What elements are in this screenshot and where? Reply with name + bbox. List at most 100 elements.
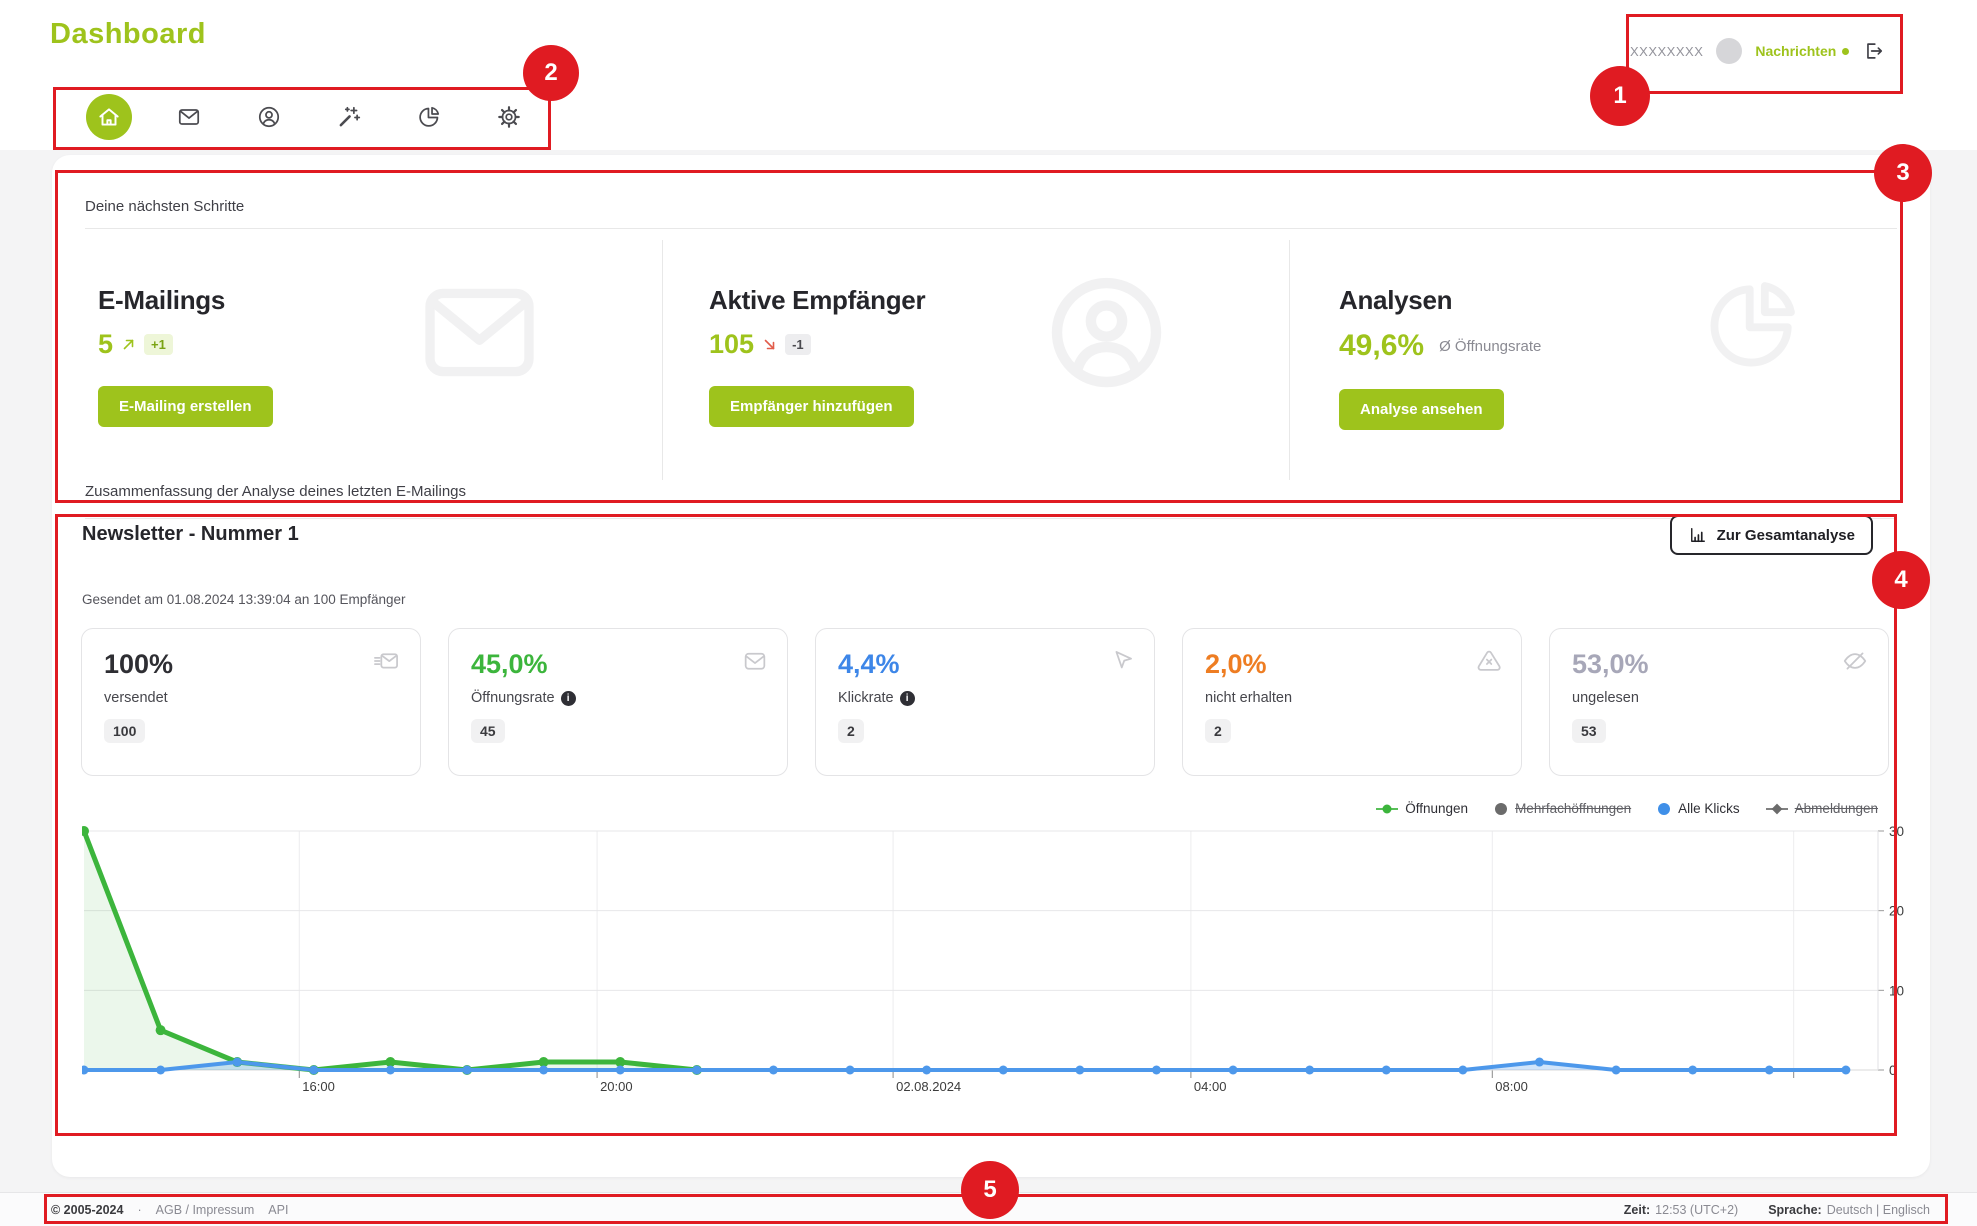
stat-card-nicht-erhalten: 2,0% nicht erhalten 2 bbox=[1182, 628, 1522, 776]
svg-text:04:00: 04:00 bbox=[1194, 1079, 1227, 1094]
messages-link[interactable]: Nachrichten bbox=[1755, 43, 1849, 59]
chart-legend: Öffnungen Mehrfachöffnungen Alle Klicks Abm… bbox=[1376, 801, 1878, 816]
legend-label: Abmeldungen bbox=[1795, 801, 1878, 816]
stat-card-oeffnungsrate: 45,0% Öffnungsrate i 45 bbox=[448, 628, 788, 776]
stat-label: ungelesen bbox=[1572, 690, 1639, 706]
footer-link-api[interactable]: API bbox=[268, 1203, 288, 1217]
card-value: 105 bbox=[709, 329, 754, 360]
stat-card-ungelesen: 53,0% ungelesen 53 bbox=[1549, 628, 1889, 776]
person-watermark-icon bbox=[1044, 270, 1169, 400]
newsletter-sent-info: Gesendet am 01.08.2024 13:39:04 an 100 E… bbox=[82, 592, 406, 607]
svg-text:02.08.2024: 02.08.2024 bbox=[896, 1079, 961, 1094]
time-label: Zeit: bbox=[1624, 1203, 1650, 1217]
stat-count: 45 bbox=[471, 719, 505, 743]
legend-item-2[interactable]: Alle Klicks bbox=[1657, 801, 1740, 816]
mail-error-icon bbox=[1475, 647, 1503, 680]
bar-chart-icon bbox=[1688, 525, 1708, 545]
legend-item-1[interactable]: Mehrfachöffnungen bbox=[1494, 801, 1631, 816]
logout-icon bbox=[1862, 40, 1884, 62]
next-steps-cards: E-Mailings 5 +1 E-Mailing erstellen Akti… bbox=[85, 240, 1897, 480]
svg-text:20: 20 bbox=[1889, 904, 1904, 919]
contacts-icon bbox=[256, 104, 282, 130]
footer-link-agb-impressum[interactable]: AGB / Impressum bbox=[156, 1203, 255, 1217]
legend-dot-icon bbox=[1657, 802, 1671, 816]
view-analysis-button[interactable]: Analyse ansehen bbox=[1339, 389, 1504, 430]
add-recipients-button[interactable]: Empfänger hinzufügen bbox=[709, 386, 914, 427]
cursor-arrow-icon bbox=[1108, 647, 1136, 680]
info-icon[interactable]: i bbox=[561, 691, 576, 706]
stat-percent: 53,0% bbox=[1572, 649, 1866, 680]
legend-item-0[interactable]: Öffnungen bbox=[1376, 801, 1468, 816]
stat-percent: 2,0% bbox=[1205, 649, 1499, 680]
legend-item-3[interactable]: Abmeldungen bbox=[1766, 801, 1878, 816]
nav-item-settings[interactable] bbox=[486, 94, 532, 140]
stat-count: 2 bbox=[838, 719, 864, 743]
info-icon[interactable]: i bbox=[900, 691, 915, 706]
analytics-chart: 16:0020:0002.08.202404:0008:000102030 bbox=[82, 823, 1927, 1108]
card-emailings: E-Mailings 5 +1 E-Mailing erstellen bbox=[85, 240, 663, 480]
legend-label: Öffnungen bbox=[1405, 801, 1468, 816]
stat-count: 100 bbox=[104, 719, 145, 743]
svg-text:20:00: 20:00 bbox=[600, 1079, 633, 1094]
main-nav bbox=[86, 94, 532, 140]
newsletter-stats: 100% versendet 100 45,0% Öffnungsrate i 4… bbox=[81, 628, 1889, 776]
overall-analysis-button[interactable]: Zur Gesamtanalyse bbox=[1670, 515, 1873, 555]
notification-dot-icon bbox=[1842, 48, 1849, 55]
envelope-watermark-icon bbox=[417, 270, 542, 400]
svg-text:0: 0 bbox=[1889, 1063, 1897, 1078]
card-value: 49,6% bbox=[1339, 329, 1424, 363]
divider bbox=[85, 518, 1897, 519]
gear-icon bbox=[496, 104, 522, 130]
stat-label: nicht erhalten bbox=[1205, 690, 1292, 706]
card-title: E-Mailings bbox=[98, 285, 662, 316]
language-switcher[interactable]: Deutsch | Englisch bbox=[1827, 1203, 1930, 1217]
stat-percent: 4,4% bbox=[838, 649, 1132, 680]
topbar: Dashboard XXXXXXXX Nachrichten bbox=[0, 0, 1977, 150]
nav-item-reports[interactable] bbox=[406, 94, 452, 140]
card-value-suffix: Ø Öffnungsrate bbox=[1439, 338, 1541, 355]
logout-button[interactable] bbox=[1862, 40, 1884, 62]
legend-dot-line-icon bbox=[1376, 803, 1398, 815]
username[interactable]: XXXXXXXX bbox=[1630, 44, 1703, 59]
create-mailing-button[interactable]: E-Mailing erstellen bbox=[98, 386, 273, 427]
delta-badge: -1 bbox=[785, 334, 811, 355]
stat-percent: 45,0% bbox=[471, 649, 765, 680]
stat-label: Öffnungsrate bbox=[471, 690, 555, 706]
nav-item-automation[interactable] bbox=[326, 94, 372, 140]
stat-card-versendet: 100% versendet 100 bbox=[81, 628, 421, 776]
next-steps-title: Deine nächsten Schritte bbox=[85, 198, 244, 215]
mail-fast-icon bbox=[370, 647, 402, 680]
stat-count: 53 bbox=[1572, 719, 1606, 743]
mail-icon bbox=[176, 104, 202, 130]
stat-percent: 100% bbox=[104, 649, 398, 680]
card-value: 5 bbox=[98, 329, 113, 360]
nav-item-home[interactable] bbox=[86, 94, 132, 140]
card-title: Aktive Empfänger bbox=[709, 285, 1289, 316]
card-title: Analysen bbox=[1339, 285, 1897, 316]
card-recipients: Aktive Empfänger 105 -1 Empfänger hinzuf… bbox=[663, 240, 1290, 480]
stat-label: versendet bbox=[104, 690, 168, 706]
nav-item-recipients[interactable] bbox=[246, 94, 292, 140]
trend-up-icon bbox=[122, 338, 135, 351]
newsletter-title: Newsletter - Nummer 1 bbox=[82, 523, 299, 546]
legend-diamond-icon bbox=[1766, 802, 1788, 816]
home-icon bbox=[96, 104, 122, 130]
user-menu: XXXXXXXX Nachrichten bbox=[1630, 36, 1884, 66]
stat-card-klickrate: 4,4% Klickratei 2 bbox=[815, 628, 1155, 776]
language-label: Sprache: bbox=[1768, 1203, 1822, 1217]
mail-open-icon bbox=[741, 647, 769, 680]
messages-label: Nachrichten bbox=[1755, 43, 1836, 59]
svg-text:16:00: 16:00 bbox=[302, 1079, 335, 1094]
stat-count: 2 bbox=[1205, 719, 1231, 743]
main-card: Deine nächsten Schritte E-Mailings 5 +1 … bbox=[52, 155, 1930, 1177]
svg-text:10: 10 bbox=[1889, 983, 1904, 998]
nav-item-mailings[interactable] bbox=[166, 94, 212, 140]
legend-label: Mehrfachöffnungen bbox=[1515, 801, 1631, 816]
overall-analysis-label: Zur Gesamtanalyse bbox=[1717, 527, 1855, 544]
copyright: © 2005-2024 bbox=[51, 1203, 123, 1217]
avatar[interactable] bbox=[1716, 38, 1742, 64]
card-analyses: Analysen 49,6% Ø Öffnungsrate Analyse an… bbox=[1290, 240, 1897, 480]
summary-title: Zusammenfassung der Analyse deines letzt… bbox=[85, 483, 466, 500]
separator: · bbox=[137, 1203, 141, 1217]
delta-badge: +1 bbox=[144, 334, 173, 355]
